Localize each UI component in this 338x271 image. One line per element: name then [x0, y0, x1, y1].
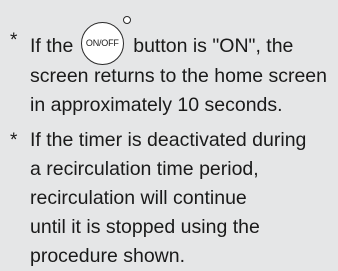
note-1-line: screen returns to the home screen: [30, 65, 327, 87]
on-off-button-label: ON/OFF: [85, 38, 119, 48]
note-2-line: until it is stopped using the: [30, 216, 260, 238]
on-off-button-icon: ON/OFF: [80, 16, 131, 65]
indicator-light-icon: [122, 16, 131, 24]
note-1-text-after-icon: button is "ON", the: [133, 35, 294, 57]
note-2-line: If the timer is deactivated during: [30, 129, 307, 151]
note-2-text: If the timer is deactivated during a rec…: [30, 126, 306, 271]
note-2-line: recirculation will continue: [30, 187, 247, 209]
note-bullet: *: [10, 130, 18, 151]
note-2-line: procedure shown.: [30, 245, 186, 267]
note-1-continuation: screen returns to the home screen in app…: [30, 62, 327, 120]
note-2-line: a recirculation time period,: [30, 158, 259, 180]
note-1-text-before-icon: If the: [30, 35, 74, 57]
note-1-line: in approximately 10 seconds.: [30, 94, 283, 116]
notes-block: * If the ON/OFF button is "ON", the scre…: [0, 0, 338, 267]
note-bullet: *: [10, 30, 18, 51]
